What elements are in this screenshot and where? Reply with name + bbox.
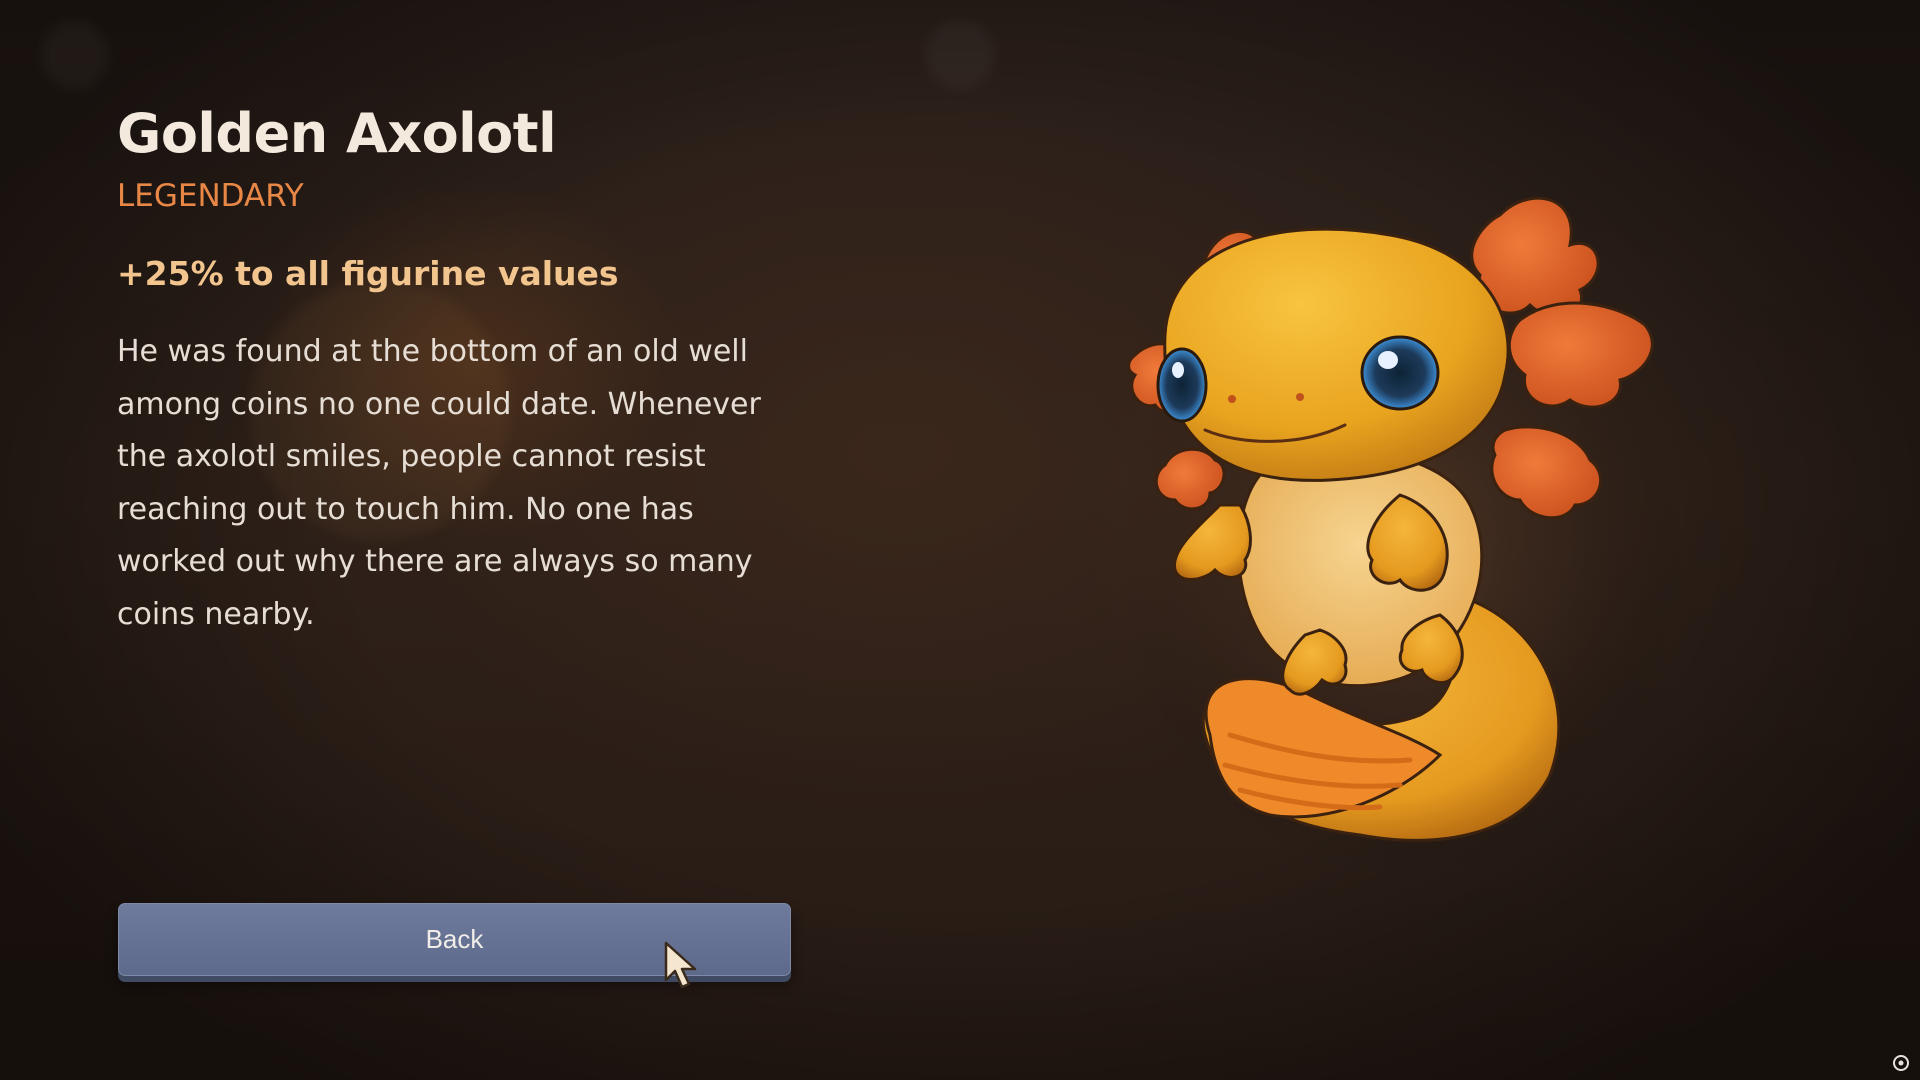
rarity-label: LEGENDARY [117, 178, 304, 214]
bokeh-light [925, 20, 995, 90]
golden-axolotl-figurine [1110, 196, 1690, 875]
settings-small-icon[interactable] [1892, 1054, 1910, 1072]
back-button-label: Back [425, 924, 484, 954]
item-description: He was found at the bottom of an old wel… [117, 334, 761, 632]
effect-text: +25% to all figurine values [117, 254, 619, 293]
item-title: Golden Axolotl [117, 102, 557, 165]
mouse-pointer-icon [664, 941, 697, 989]
item-info-panel: Golden Axolotl LEGENDARY +25% to all fig… [117, 98, 797, 641]
bokeh-light [40, 20, 110, 90]
